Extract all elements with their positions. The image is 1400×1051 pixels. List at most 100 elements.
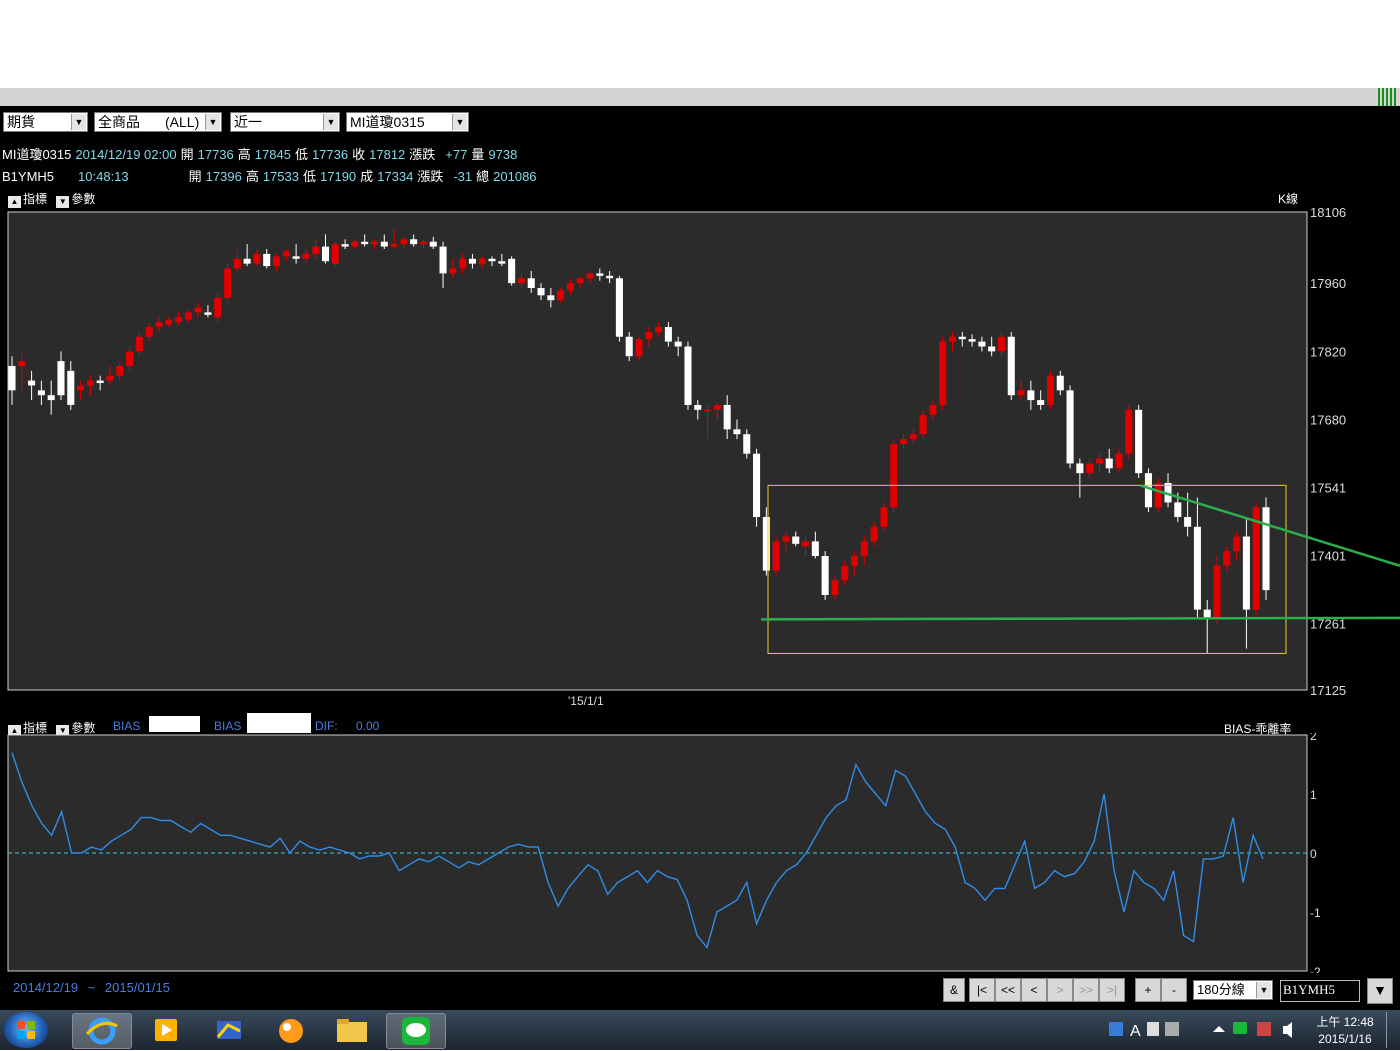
candle-body (517, 278, 525, 284)
dif-value: 0.00 (356, 719, 380, 733)
y-tick-label: 17401 (1310, 549, 1346, 564)
candle-body (557, 290, 565, 301)
zoom-out-button[interactable]: - (1161, 978, 1187, 1002)
candle-body (655, 326, 663, 332)
candle-body (321, 246, 330, 262)
prev-button[interactable]: < (1021, 978, 1047, 1002)
start-button[interactable] (4, 1012, 48, 1048)
symbol-select[interactable]: MI道瓊0315 ▼ (346, 112, 469, 132)
candle-body (1193, 526, 1201, 610)
month-select[interactable]: 近一 ▼ (230, 112, 340, 132)
candle-body (890, 443, 898, 508)
candle-body (1144, 473, 1152, 508)
candle-body (1037, 400, 1045, 405)
candle-body (1105, 458, 1113, 469)
bias-tick-label: 0 (1310, 847, 1317, 861)
candle-body (684, 346, 692, 405)
candle-body (704, 409, 712, 412)
date-tick-label: '15/1/1 (568, 694, 604, 708)
candle-body (929, 404, 937, 415)
dropdown-toggle-button[interactable]: ▼ (1367, 978, 1393, 1004)
svg-text:A: A (1130, 1023, 1141, 1040)
candle-body (135, 336, 143, 352)
candle-body (1154, 482, 1162, 508)
candle-body (126, 351, 134, 366)
candle-body (282, 251, 290, 257)
taskbar-line[interactable] (386, 1013, 446, 1049)
candle-body (1242, 536, 1250, 610)
prev-page-button[interactable]: << (995, 978, 1021, 1002)
candle-body (694, 404, 702, 410)
candle-body (361, 241, 369, 245)
candle-body (547, 295, 555, 301)
interval-select[interactable]: 180分線 ▼ (1193, 980, 1273, 1000)
support-line[interactable] (760, 616, 1400, 621)
candle-body (498, 261, 506, 264)
candle-body (606, 275, 614, 279)
candle-body (576, 278, 584, 284)
candle-body (243, 258, 251, 264)
candle-body (811, 541, 819, 557)
browser-icon (85, 1017, 118, 1045)
taskbar-ie[interactable] (72, 1013, 132, 1049)
symbol-input[interactable]: B1YMH5 (1280, 980, 1360, 1002)
product-select-value: 全商品 (98, 114, 140, 130)
candle-body (175, 317, 183, 323)
clock-time: 上午 12:48 (1316, 1015, 1374, 1029)
candle-body (1262, 507, 1270, 591)
next-page-button[interactable]: >> (1073, 978, 1099, 1002)
candle-body (909, 434, 917, 440)
date-range: 2014/12/19 ~ 2015/01/15 (13, 980, 170, 995)
candle-body (419, 241, 427, 245)
candle-body (1086, 463, 1094, 474)
last-button[interactable]: >| (1099, 978, 1125, 1002)
candle-body (968, 339, 976, 342)
candle-body (370, 241, 379, 245)
dif-label: DIF: (315, 719, 338, 733)
amp-button[interactable]: & (943, 978, 965, 1002)
last-value: 17334 (377, 169, 414, 184)
candlestick-chart[interactable]: 1810617960178201768017541174011726117125 (0, 204, 1400, 698)
bias1-label: BIAS (113, 719, 141, 733)
symbol-select-value: MI道瓊0315 (350, 114, 425, 130)
y-tick-label: 17125 (1310, 683, 1346, 698)
high-label: 高 (237, 147, 251, 162)
show-desktop-button[interactable] (1386, 1012, 1399, 1048)
high-label: 高 (245, 169, 259, 184)
clock-date: 2015/1/16 (1318, 1032, 1372, 1046)
change-label: 漲跌 (417, 169, 444, 184)
market-select[interactable]: 期貨 ▼ (3, 112, 88, 132)
range-start: 2014/12/19 (13, 980, 79, 995)
system-tray: A (1105, 1018, 1305, 1042)
first-button[interactable]: |< (969, 978, 995, 1002)
trading-app: 期貨 ▼ 全商品 (ALL) ▼ 近一 ▼ MI道瓊0315 ▼ MI道瓊0315 2014… (0, 108, 1400, 1010)
candle-body (870, 526, 878, 542)
orange-app-icon (279, 1019, 303, 1043)
zoom-in-button[interactable]: + (1135, 978, 1161, 1002)
y-tick-label: 17960 (1310, 276, 1346, 291)
low-label: 低 (294, 147, 308, 162)
y-tick-label: 17680 (1310, 413, 1346, 428)
close-label: 收 (352, 147, 366, 162)
y-tick-label: 17820 (1310, 344, 1346, 359)
taskbar-app-chart[interactable] (200, 1013, 258, 1047)
candle-body (57, 361, 65, 396)
candle-body (380, 241, 388, 247)
candle-body (145, 326, 153, 337)
candle-body (341, 244, 349, 247)
candle-body (302, 253, 310, 259)
resize-grip[interactable] (1378, 88, 1398, 106)
candle-body (919, 414, 927, 435)
taskbar-explorer[interactable] (323, 1013, 381, 1047)
candle-body (674, 341, 682, 347)
next-button[interactable]: > (1047, 978, 1073, 1002)
candle-body (488, 258, 496, 262)
product-select[interactable]: 全商品 (ALL) ▼ (94, 112, 222, 132)
taskbar-app-orange[interactable] (262, 1013, 320, 1047)
chevron-down-icon: ▼ (323, 114, 338, 130)
bias-chart[interactable]: 2 1 0 -1 -2 (0, 733, 1400, 973)
clock[interactable]: 上午 12:48 2015/1/16 (1310, 1014, 1380, 1048)
window-strip (0, 88, 1400, 106)
change-value: +77 (445, 147, 468, 162)
taskbar-media-player[interactable] (137, 1013, 195, 1047)
